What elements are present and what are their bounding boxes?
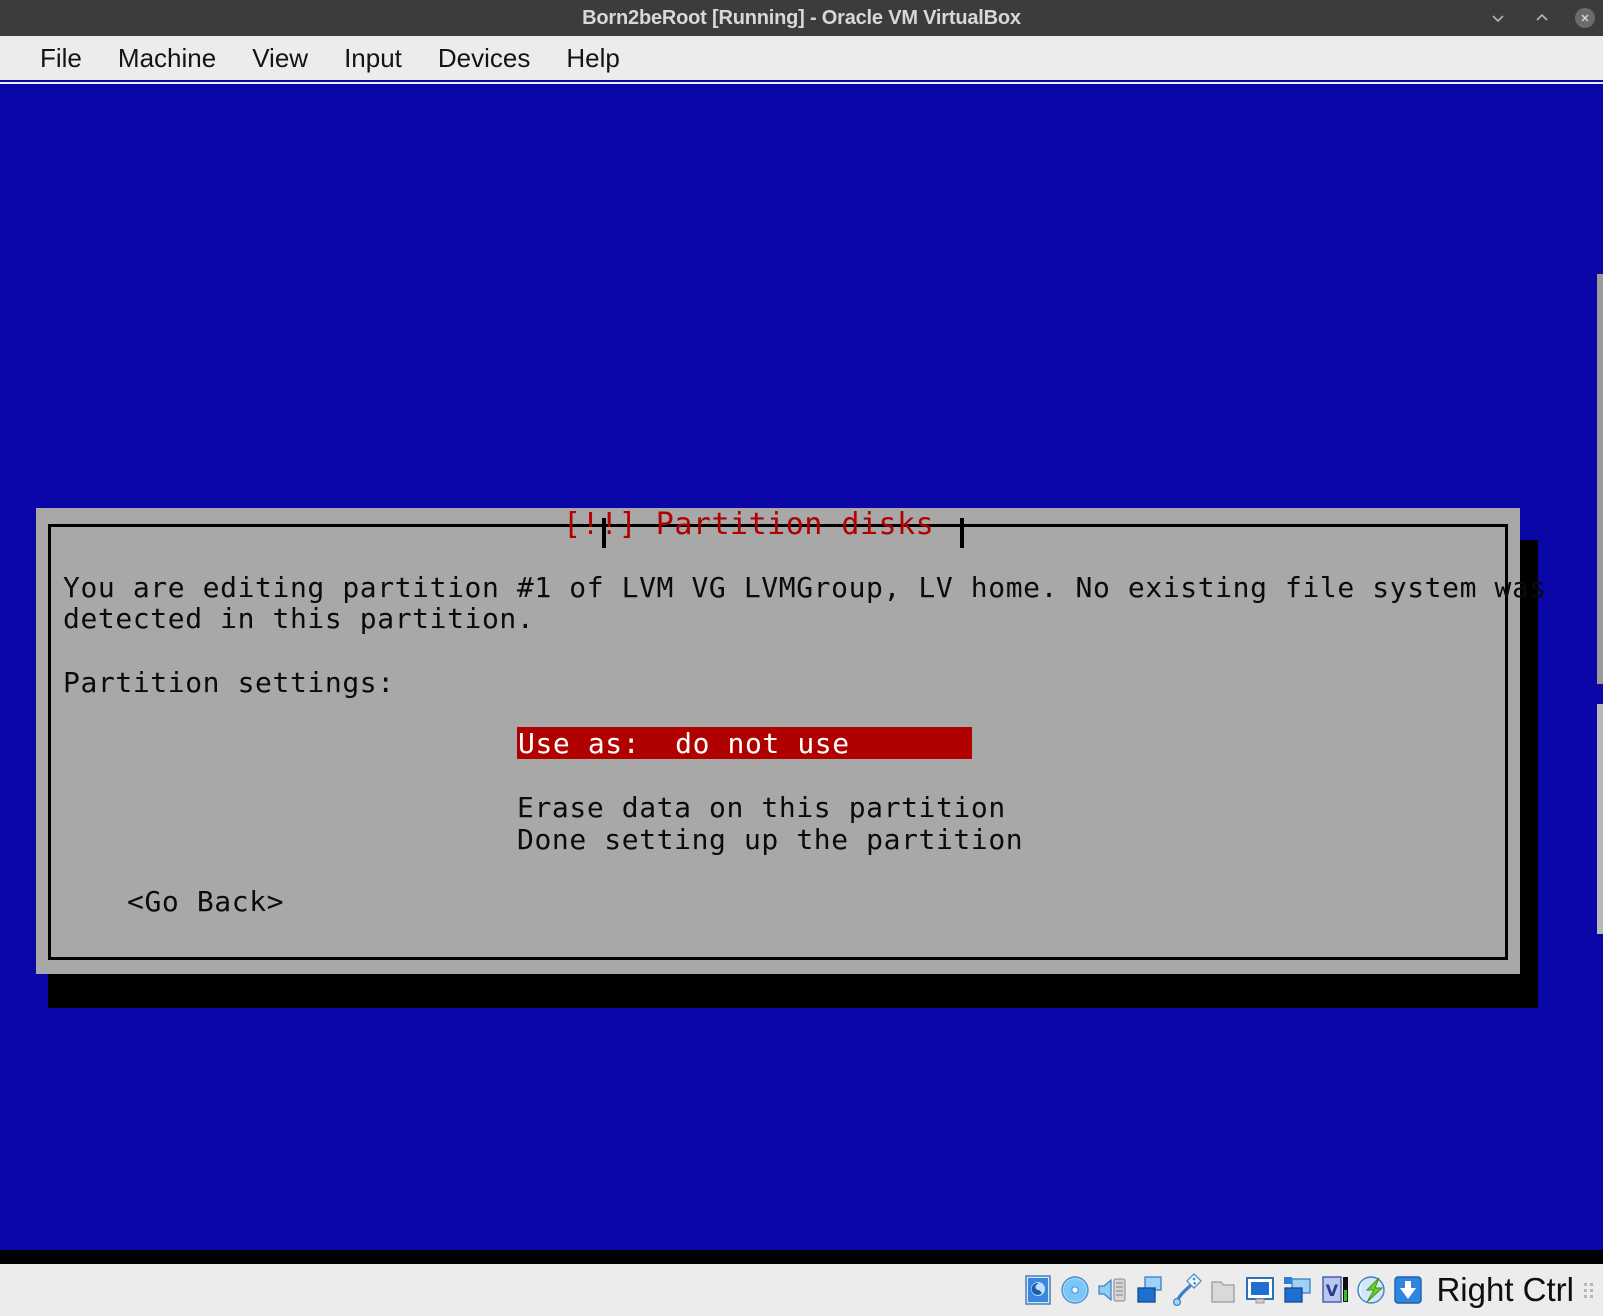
svg-text:V: V: [1326, 1281, 1339, 1300]
menu-item-view[interactable]: View: [234, 45, 326, 71]
virtualbox-window: Born2beRoot [Running] - Oracle VM Virtua…: [0, 0, 1603, 1316]
usb-icon[interactable]: [1170, 1273, 1203, 1307]
scrollbar-thumb-upper[interactable]: [1597, 274, 1603, 684]
menu-item-file[interactable]: File: [22, 45, 100, 71]
host-key-label: Right Ctrl: [1436, 1271, 1574, 1308]
menu-item-input[interactable]: Input: [326, 45, 420, 71]
window-titlebar: Born2beRoot [Running] - Oracle VM Virtua…: [0, 0, 1603, 37]
vm-vertical-scrollbar[interactable]: [1597, 84, 1603, 1250]
status-bar: V Right Ctrl: [0, 1264, 1603, 1316]
menu-bar: File Machine View Input Devices Help: [0, 36, 1603, 82]
host-key-icon[interactable]: [1392, 1273, 1424, 1307]
optical-disk-icon[interactable]: [1059, 1273, 1091, 1307]
display-icon[interactable]: [1244, 1273, 1276, 1307]
scrollbar-thumb-lower[interactable]: [1597, 704, 1603, 934]
option-erase-data[interactable]: Erase data on this partition: [517, 792, 1006, 823]
dialog-title: [!!] Partition disks: [563, 507, 935, 542]
window-title: Born2beRoot [Running] - Oracle VM Virtua…: [582, 6, 1021, 29]
intro-line-2: detected in this partition.: [63, 602, 535, 635]
use-as-option-label: Use as: do not use: [518, 726, 850, 760]
resize-grip[interactable]: [1584, 1282, 1593, 1298]
option-done-setting-up[interactable]: Done setting up the partition: [517, 824, 1023, 855]
audio-icon[interactable]: [1096, 1273, 1128, 1307]
go-back-button[interactable]: <Go Back>: [127, 886, 284, 917]
menu-item-devices[interactable]: Devices: [420, 45, 548, 71]
use-as-option-row[interactable]: Use as: do not use: [517, 727, 972, 759]
title-tick-right: [960, 518, 964, 548]
maximize-icon[interactable]: [1531, 7, 1553, 29]
vm-screen[interactable]: [!!] Partition disks You are editing par…: [0, 84, 1597, 1250]
menu-item-help[interactable]: Help: [548, 45, 637, 71]
recording-icon[interactable]: [1281, 1273, 1313, 1307]
menu-item-machine[interactable]: Machine: [100, 45, 234, 71]
shared-folders-icon[interactable]: [1207, 1273, 1239, 1307]
close-icon[interactable]: [1575, 8, 1595, 28]
minimize-icon[interactable]: [1487, 7, 1509, 29]
window-controls: [1487, 0, 1595, 36]
status-icon-group: V: [1022, 1270, 1424, 1310]
intro-line-1: You are editing partition #1 of LVM VG L…: [63, 571, 1547, 604]
network-icon[interactable]: [1133, 1273, 1165, 1307]
partition-settings-label: Partition settings:: [63, 666, 395, 699]
dialog-intro-text: You are editing partition #1 of LVM VG L…: [63, 572, 1546, 635]
virtualization-icon[interactable]: V: [1318, 1273, 1350, 1307]
screen-letterbox-band: [0, 1250, 1603, 1264]
mouse-integration-icon[interactable]: [1355, 1273, 1387, 1307]
hard-disk-icon[interactable]: [1022, 1273, 1054, 1307]
